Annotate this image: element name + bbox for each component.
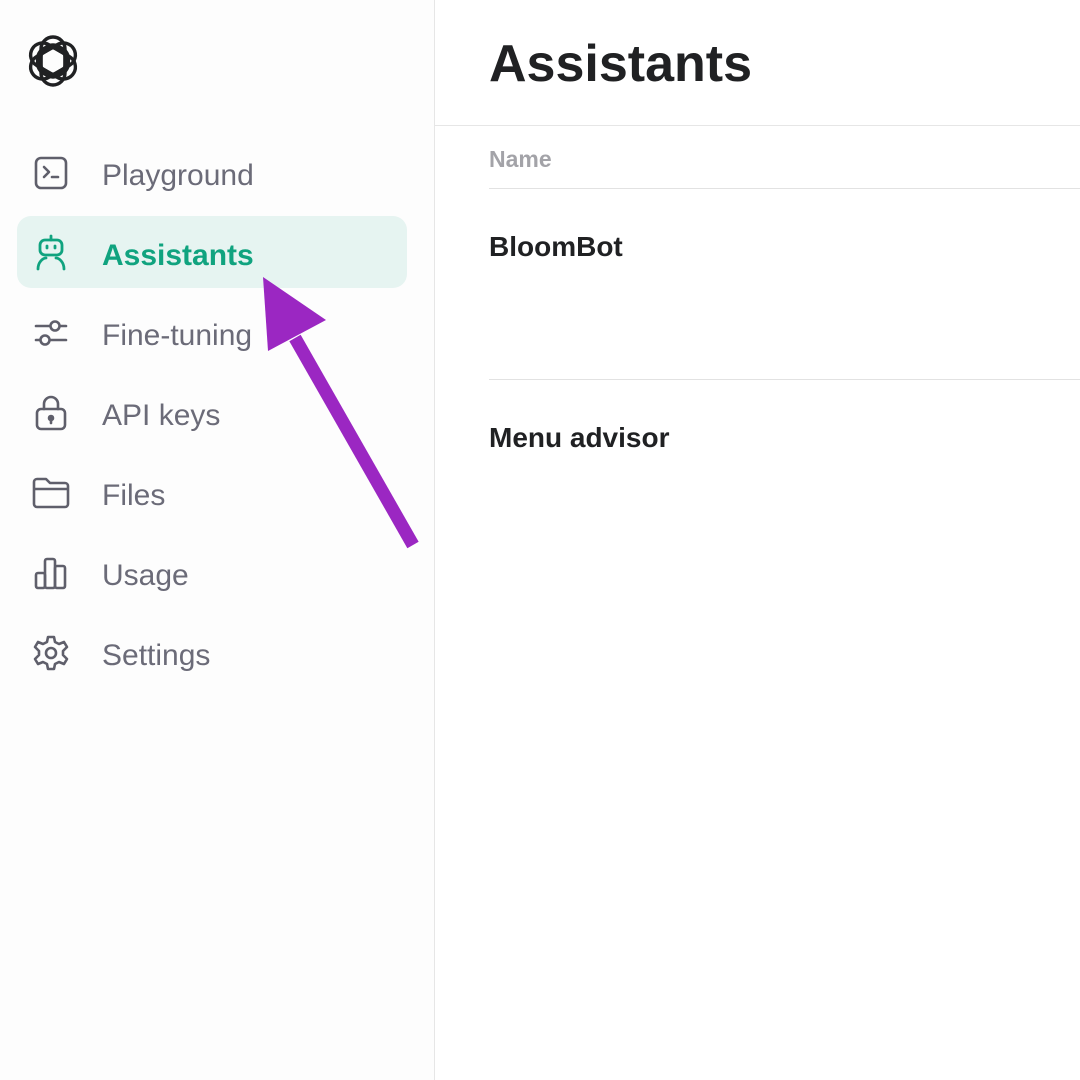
sidebar-item-label: Settings (102, 639, 211, 672)
page-title: Assistants (489, 35, 752, 93)
sidebar-item-usage[interactable]: Usage (17, 536, 407, 608)
lock-icon (31, 393, 71, 433)
sidebar-item-playground[interactable]: Playground (17, 136, 407, 208)
robot-icon (31, 233, 71, 273)
sidebar-item-label: Assistants (102, 239, 254, 272)
assistant-name[interactable]: Menu advisor (489, 421, 1080, 455)
sidebar-item-label: Playground (102, 159, 254, 192)
openai-logo-icon[interactable] (22, 30, 84, 92)
sidebar-item-assistants[interactable]: Assistants (17, 216, 407, 288)
sidebar-item-files[interactable]: Files (17, 456, 407, 528)
row-divider (489, 379, 1080, 380)
column-header-divider (489, 188, 1080, 189)
bar-chart-icon (31, 553, 71, 593)
table-row[interactable]: Menu advisor (489, 421, 1080, 455)
sidebar-item-label: Usage (102, 559, 189, 592)
assistant-name[interactable]: BloomBot (489, 230, 1080, 264)
app-window: Playground Assistants Fine-tuning API ke… (0, 0, 1080, 1080)
gear-icon (31, 633, 71, 673)
sidebar-item-api-keys[interactable]: API keys (17, 376, 407, 448)
table-row[interactable]: BloomBot (489, 230, 1080, 264)
sidebar: Playground Assistants Fine-tuning API ke… (0, 0, 435, 1080)
sliders-icon (31, 313, 71, 353)
header-divider (435, 125, 1080, 126)
terminal-icon (31, 153, 71, 193)
sidebar-nav: Playground Assistants Fine-tuning API ke… (17, 136, 407, 696)
folder-icon (31, 473, 71, 513)
sidebar-item-label: Fine-tuning (102, 319, 253, 352)
sidebar-item-label: API keys (102, 399, 221, 432)
sidebar-item-fine-tuning[interactable]: Fine-tuning (17, 296, 407, 368)
sidebar-item-label: Files (102, 479, 166, 512)
sidebar-item-settings[interactable]: Settings (17, 616, 407, 688)
main-content: Assistants Name BloomBot Menu advisor (435, 0, 1080, 1080)
column-header-name[interactable]: Name (489, 145, 552, 173)
